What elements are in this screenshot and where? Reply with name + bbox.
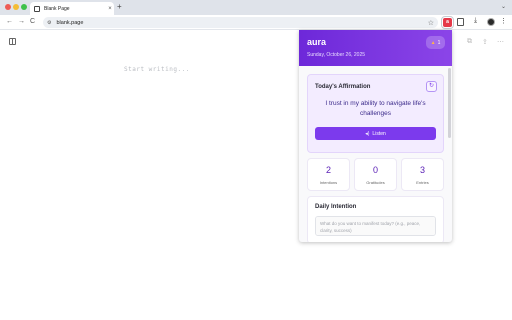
editor-placeholder[interactable]: Start writing... — [124, 66, 190, 73]
popup-body: Today's Affirmation ↻ I trust in my abil… — [299, 66, 452, 242]
streak-count: 1 — [437, 39, 441, 46]
aura-extension-icon[interactable]: a — [441, 16, 454, 29]
stat-label: Intentions — [319, 180, 338, 185]
current-date: Sunday, October 26, 2025 — [307, 52, 366, 58]
bookmark-star-icon[interactable]: ☆ — [428, 19, 434, 27]
streak-badge[interactable]: ▲ 1 — [426, 36, 445, 49]
download-icon[interactable]: ⤓ — [474, 17, 477, 25]
maximize-window-button[interactable] — [21, 4, 27, 10]
listen-label: Listen — [372, 130, 386, 137]
browser-window: Blank Page × + ⌄ ← → C ⚙ blank.page ☆ a … — [0, 0, 512, 320]
browser-toolbar: ← → C ⚙ blank.page ☆ a ⤓ ⋮ — [0, 15, 512, 30]
refresh-affirmation-icon[interactable]: ↻ — [426, 81, 437, 92]
stat-intentions[interactable]: 2 Intentions — [307, 158, 350, 191]
forward-button[interactable]: → — [18, 17, 25, 27]
extensions-puzzle-icon[interactable] — [457, 18, 464, 26]
reload-button[interactable]: C — [30, 17, 35, 27]
popup-header: aura Sunday, October 26, 2025 ▲ 1 — [299, 30, 452, 66]
aura-extension-popup: aura Sunday, October 26, 2025 ▲ 1 Today'… — [299, 30, 452, 242]
url-text[interactable]: blank.page — [56, 20, 427, 26]
stat-entries[interactable]: 3 Entries — [401, 158, 444, 191]
minimize-window-button[interactable] — [13, 4, 19, 10]
stat-value: 3 — [419, 165, 425, 175]
tab-search-icon[interactable]: ⌄ — [501, 3, 506, 10]
back-button[interactable]: ← — [6, 17, 13, 27]
close-tab-icon[interactable]: × — [106, 6, 114, 12]
address-bar[interactable]: ⚙ blank.page ☆ — [43, 17, 438, 28]
popup-scrollbar[interactable] — [448, 68, 451, 138]
browser-menu-icon[interactable]: ⋮ — [500, 17, 507, 25]
listen-button[interactable]: ◂) Listen — [315, 127, 436, 140]
affirmation-title: Today's Affirmation — [315, 84, 371, 90]
site-info-icon[interactable]: ⚙ — [47, 20, 51, 26]
intention-input[interactable] — [315, 216, 436, 236]
tab-blank-page[interactable]: Blank Page × — [30, 2, 114, 15]
affirmation-text: I trust in my ability to navigate life's… — [325, 100, 426, 117]
affirmation-card: Today's Affirmation ↻ I trust in my abil… — [307, 74, 444, 153]
page-favicon-icon — [34, 5, 40, 12]
daily-intention-card: Daily Intention — [307, 196, 444, 242]
stats-row: 2 Intentions 0 Gratitudes 3 Entries — [307, 158, 444, 191]
sidebar-toggle-icon[interactable] — [9, 38, 16, 45]
stat-label: Gratitudes — [366, 180, 385, 185]
tab-strip: Blank Page × + ⌄ — [0, 0, 512, 15]
flame-icon: ▲ — [430, 39, 436, 46]
brand-logo: aura — [307, 37, 327, 47]
copy-icon[interactable]: ⧉ — [467, 38, 472, 46]
stat-value: 2 — [325, 165, 331, 175]
speaker-icon: ◂) — [365, 130, 370, 137]
stat-label: Entries — [416, 180, 429, 185]
profile-avatar[interactable] — [487, 18, 495, 26]
share-icon[interactable]: ⇪ — [482, 38, 488, 46]
more-options-icon[interactable]: ⋯ — [497, 38, 504, 46]
intention-title: Daily Intention — [315, 204, 357, 210]
tab-title: Blank Page — [44, 5, 70, 12]
close-window-button[interactable] — [5, 4, 11, 10]
stat-value: 0 — [372, 165, 378, 175]
stat-gratitudes[interactable]: 0 Gratitudes — [354, 158, 397, 191]
new-tab-button[interactable]: + — [117, 2, 122, 12]
